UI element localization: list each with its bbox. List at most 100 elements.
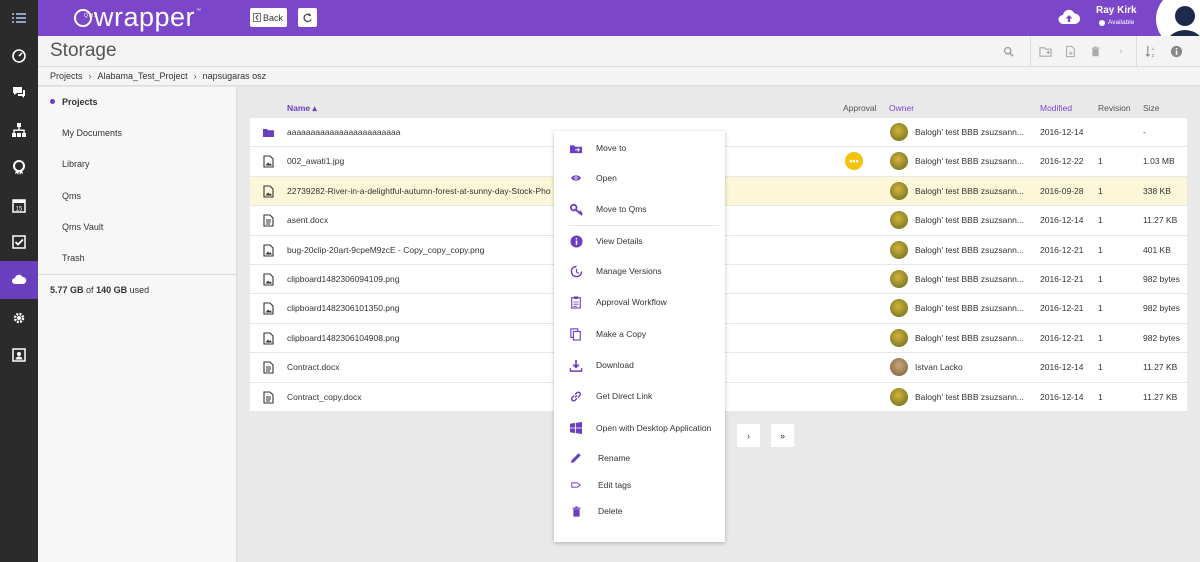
column-header-revision[interactable]: Revision — [1098, 103, 1131, 113]
image-file-icon — [263, 332, 274, 345]
sidebar-item-trash[interactable]: Trash — [62, 253, 85, 263]
left-rail: 15 — [0, 0, 38, 562]
menu-item-download[interactable]: Download — [554, 351, 725, 379]
search-icon[interactable] — [1001, 44, 1015, 58]
back-button-label: Back — [263, 12, 284, 23]
cloud-storage-icon[interactable] — [0, 261, 38, 299]
tasks-icon[interactable] — [0, 224, 38, 260]
breadcrumb-item[interactable]: Projects — [50, 71, 83, 81]
calendar-icon[interactable]: 15 — [0, 187, 38, 223]
user-status[interactable]: Available — [1099, 19, 1134, 26]
logo-tm: ™ — [196, 8, 202, 14]
back-button[interactable]: Back — [250, 8, 288, 27]
more-vertical-icon[interactable] — [1114, 44, 1128, 58]
owner-name: Balogh' test BBB zsuzsann... — [915, 391, 1024, 402]
chat-icon[interactable] — [0, 74, 38, 110]
menu-item-label: Approval Workflow — [596, 297, 667, 307]
image-file-icon — [263, 185, 274, 198]
image-file-icon — [263, 302, 274, 315]
owner-avatar — [890, 387, 908, 406]
file-name[interactable]: clipboard1482306104908.png — [287, 333, 587, 343]
org-chart-icon[interactable] — [0, 112, 38, 148]
modified-date: 2016-12-21 — [1040, 273, 1084, 284]
column-header-approval[interactable]: Approval — [843, 103, 877, 113]
menu-item-label: Download — [596, 360, 634, 370]
pager-last-button[interactable]: » — [771, 424, 794, 447]
owner-name: Balogh' test BBB zsuzsann... — [915, 215, 1024, 226]
document-file-icon — [263, 390, 274, 404]
owner-name: Balogh' test BBB zsuzsann... — [915, 303, 1024, 314]
menu-item-view-details[interactable]: View Details — [554, 227, 725, 255]
page-title: Storage — [50, 40, 117, 61]
file-name[interactable]: asent.docx — [287, 215, 587, 225]
file-name[interactable]: Contract_copy.docx — [287, 392, 587, 402]
file-name[interactable]: 22739282-River-in-a-delightful-autumn-fo… — [287, 186, 587, 196]
owner-name: Balogh' test BBB zsuzsann... — [915, 273, 1024, 284]
breadcrumb-chevron-icon: › — [193, 71, 197, 81]
menu-item-open-with-desktop-application[interactable]: Open with Desktop Application — [554, 414, 725, 442]
column-header-size[interactable]: Size — [1143, 103, 1160, 113]
info-icon — [569, 234, 583, 248]
file-name[interactable]: bug-20clip-20art-9cpeM9zcE - Copy_copy_c… — [287, 245, 587, 255]
app-logo[interactable]: QMS wrapper ™ — [74, 3, 201, 31]
column-header-owner[interactable]: Owner — [889, 103, 914, 113]
svg-text:Z: Z — [1151, 53, 1154, 58]
breadcrumb-item[interactable]: Alabama_Test_Project — [98, 71, 188, 81]
column-header-name[interactable]: Name ▴ — [287, 103, 317, 114]
trash-icon — [569, 504, 583, 518]
cloud-upload-icon[interactable] — [1058, 8, 1080, 26]
file-name[interactable]: Contract.docx — [287, 362, 587, 372]
owner-avatar — [890, 123, 908, 141]
pager-next-button[interactable]: › — [737, 424, 760, 447]
status-dot-icon — [1099, 19, 1105, 26]
menu-item-label: Open with Desktop Application — [596, 423, 712, 433]
toolbar-divider — [1030, 36, 1031, 67]
user-name[interactable]: Ray Kirk — [1096, 5, 1137, 16]
breadcrumb: Projects › Alabama_Test_Project › napsug… — [38, 67, 1200, 86]
file-name[interactable]: aaaaaaaaaaaaaaaaaaaaaaaa — [287, 127, 587, 137]
modified-date: 2016-12-14 — [1040, 127, 1084, 137]
sidebar-item-library[interactable]: Library — [62, 159, 90, 169]
owner-name: Balogh' test BBB zsuzsann... — [915, 185, 1024, 196]
file-name[interactable]: clipboard1482306101350.png — [287, 303, 587, 313]
menu-item-label: View Details — [596, 236, 643, 246]
menu-item-approval-workflow[interactable]: Approval Workflow — [554, 288, 725, 316]
menu-item-manage-versions[interactable]: Manage Versions — [554, 257, 725, 285]
file-size: 11.27 KB — [1143, 362, 1178, 373]
sidebar-item-my-documents[interactable]: My Documents — [62, 128, 122, 138]
menu-item-get-direct-link[interactable]: Get Direct Link — [554, 382, 725, 410]
info-toolbar-icon[interactable] — [1169, 44, 1183, 58]
sidebar-item-qms[interactable]: Qms — [62, 191, 81, 201]
sidebar-item-qms-vault[interactable]: Qms Vault — [62, 222, 103, 232]
usage-used: 5.77 GB — [50, 285, 84, 295]
breadcrumb-item[interactable]: napsugaras osz — [203, 71, 267, 81]
menu-item-open[interactable]: Open — [554, 164, 725, 192]
file-name[interactable]: clipboard1482306094109.png — [287, 274, 587, 284]
refresh-button[interactable] — [298, 8, 317, 27]
new-folder-icon[interactable] — [1038, 44, 1052, 58]
move-to-icon — [569, 141, 583, 155]
file-name[interactable]: 002_awati1.jpg — [287, 156, 587, 166]
approval-status-badge[interactable]: ••• — [845, 152, 863, 171]
menu-item-move-to-qms[interactable]: Move to Qms — [554, 195, 725, 223]
app-window: 15 QMS wrapper ™ Back Ray Kirk Available… — [0, 0, 1200, 562]
menu-item-move-to[interactable]: Move to — [554, 134, 725, 162]
new-file-icon[interactable] — [1063, 44, 1077, 58]
modified-date: 2016-12-21 — [1040, 303, 1084, 314]
menu-item-make-a-copy[interactable]: Make a Copy — [554, 320, 725, 348]
delete-toolbar-icon[interactable] — [1088, 44, 1102, 58]
menu-item-label: Manage Versions — [596, 266, 662, 276]
menu-icon[interactable] — [0, 0, 38, 36]
vault-icon[interactable] — [0, 337, 38, 373]
menu-item-edit-tags[interactable]: Edit tags — [554, 471, 725, 499]
settings-gear-icon[interactable] — [0, 300, 38, 336]
award-icon[interactable] — [0, 149, 38, 185]
sidebar-item-projects[interactable]: Projects — [62, 97, 98, 107]
menu-item-rename[interactable]: Rename — [554, 444, 725, 472]
menu-item-delete[interactable]: Delete — [554, 497, 725, 525]
column-header-modified[interactable]: Modified — [1040, 103, 1072, 113]
link-icon — [569, 389, 583, 403]
dashboard-icon[interactable] — [0, 37, 38, 73]
sort-icon[interactable]: AZ — [1144, 44, 1158, 58]
document-file-icon — [263, 214, 274, 227]
